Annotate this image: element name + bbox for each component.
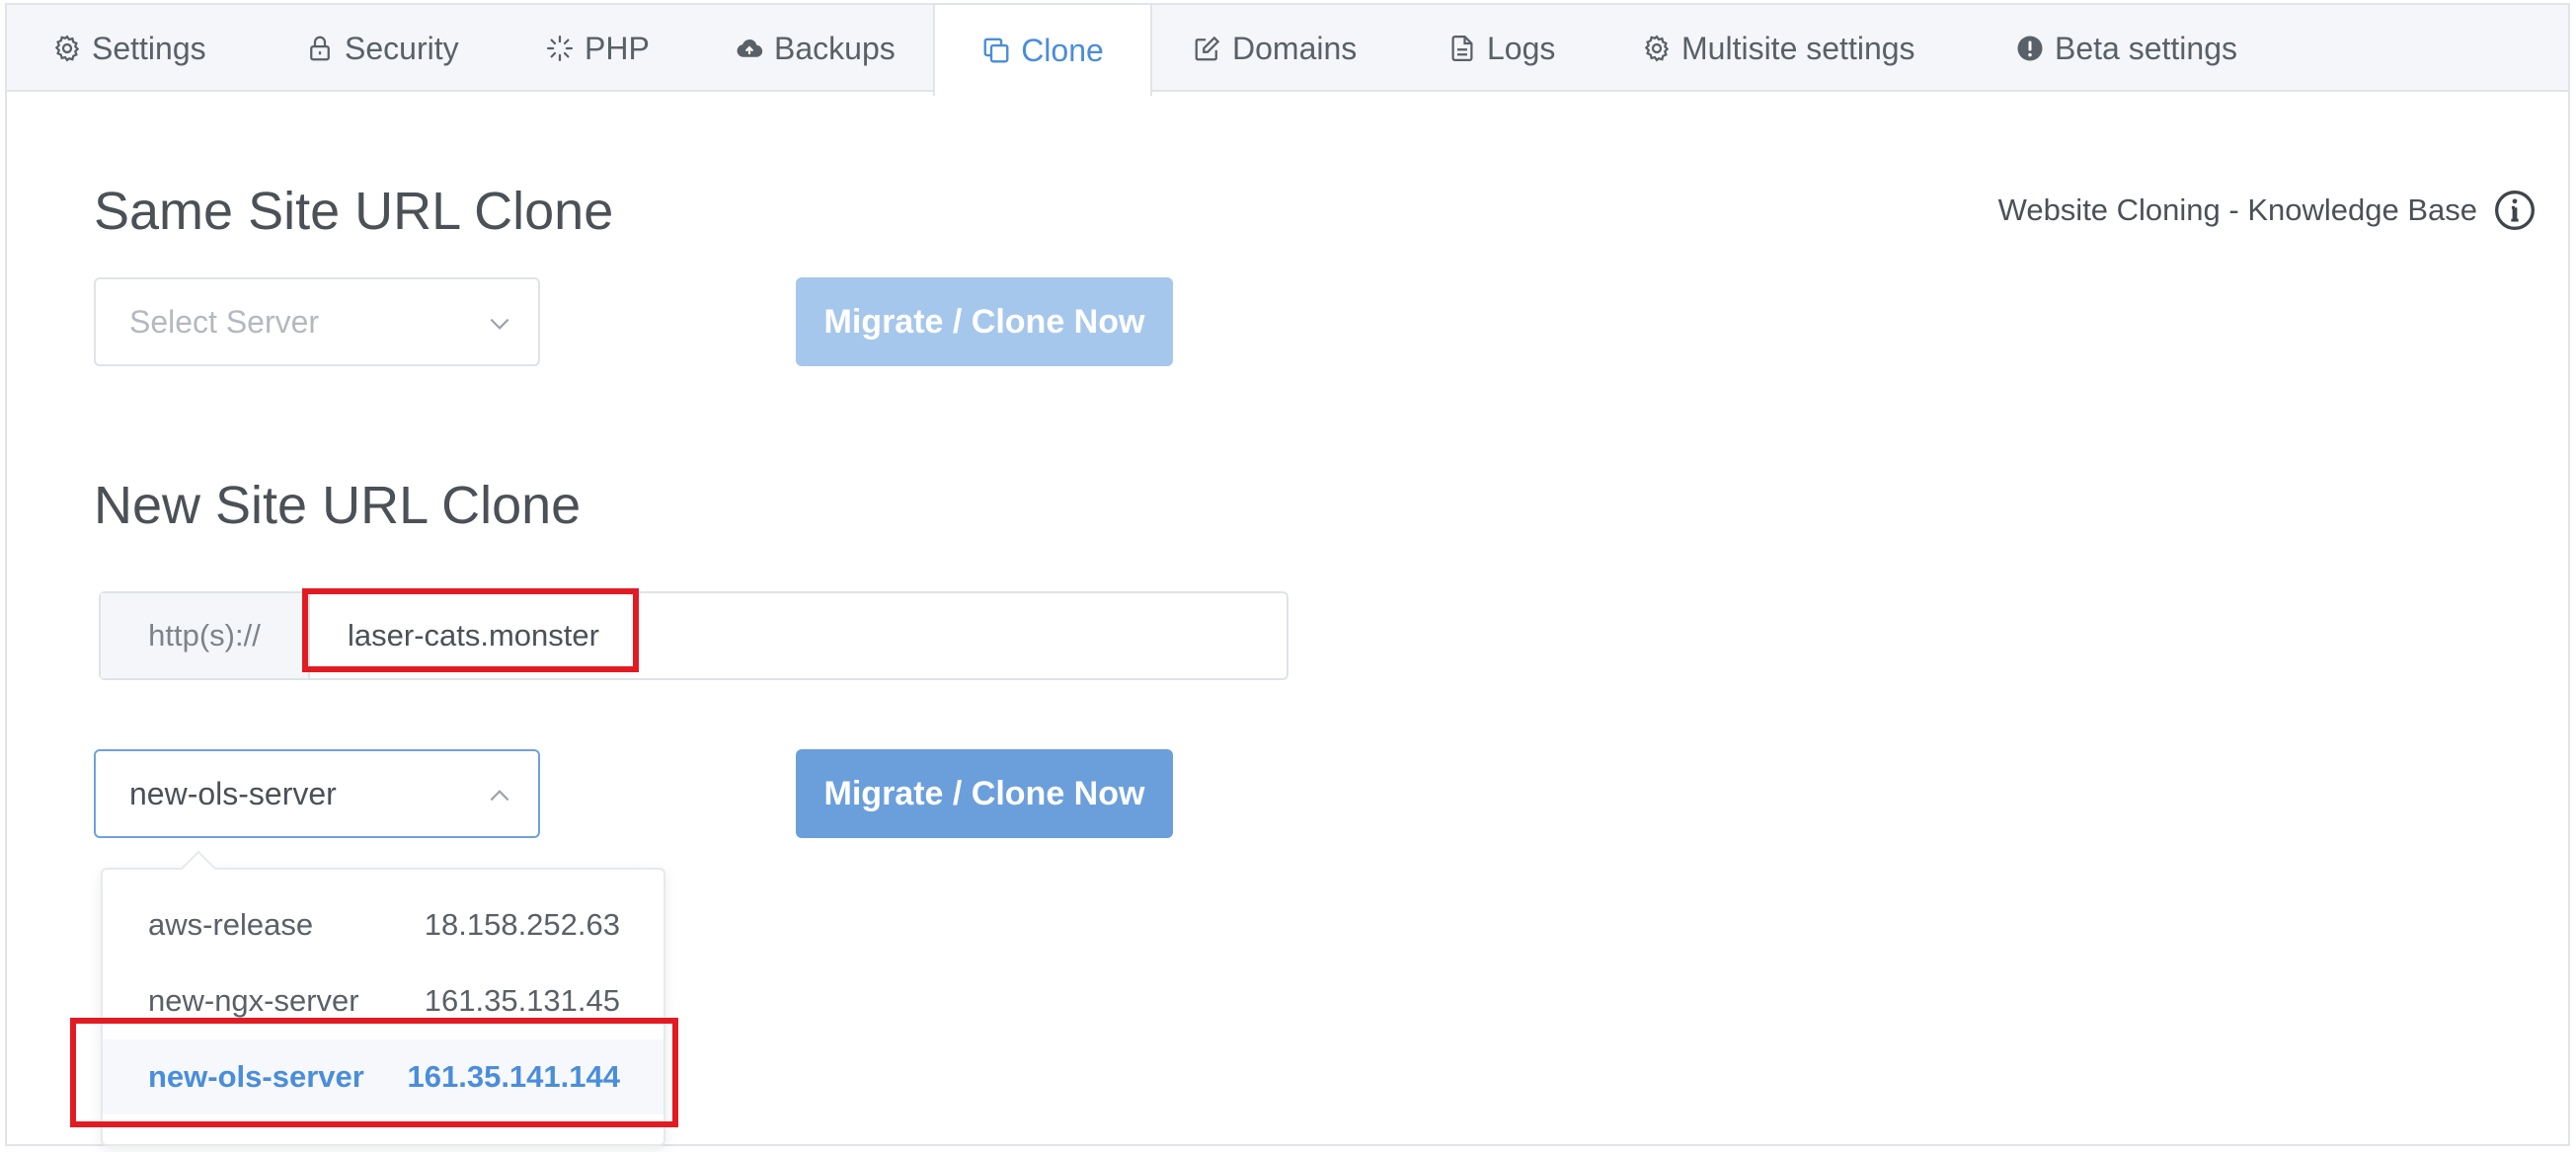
- selected-server: new-ols-server: [129, 775, 337, 811]
- tab-label: PHP: [585, 30, 650, 66]
- same-site-title: Same Site URL Clone: [94, 182, 614, 241]
- server-ip: 18.158.252.63: [424, 907, 620, 942]
- tab-label: Security: [345, 30, 459, 66]
- tab-bar: Settings Security PHP Backups Clone Doma…: [7, 5, 2568, 96]
- tab-php[interactable]: PHP: [545, 5, 650, 92]
- highlight-url-input: [302, 588, 639, 672]
- new-site-title: New Site URL Clone: [94, 476, 582, 535]
- select-placeholder: Select Server: [129, 303, 320, 340]
- chevron-up-icon: [490, 790, 509, 802]
- tab-label: Logs: [1487, 30, 1556, 66]
- dropdown-caret: [180, 850, 217, 887]
- tab-label: Multisite settings: [1681, 30, 1915, 66]
- tab-label: Backups: [774, 30, 896, 66]
- same-site-server-select[interactable]: Select Server: [94, 277, 540, 366]
- server-option[interactable]: aws-release 18.158.252.63: [103, 887, 664, 962]
- tab-beta-settings[interactable]: Beta settings: [2015, 5, 2237, 92]
- tab-clone[interactable]: Clone: [933, 5, 1152, 96]
- server-name: aws-release: [148, 907, 314, 942]
- same-site-migrate-button[interactable]: Migrate / Clone Now: [796, 277, 1173, 366]
- chevron-down-icon: [490, 318, 509, 330]
- knowledge-base-link[interactable]: Website Cloning - Knowledge Base: [1998, 189, 2537, 232]
- new-site-url-group: http(s)://: [99, 591, 1288, 680]
- url-prefix: http(s)://: [101, 593, 310, 678]
- new-site-server-select[interactable]: new-ols-server: [94, 749, 540, 838]
- highlight-selected-server: [70, 1018, 678, 1127]
- lock-icon: [310, 36, 330, 61]
- tab-settings[interactable]: Settings: [52, 5, 206, 92]
- loader-icon: [547, 36, 573, 61]
- server-name: new-ngx-server: [148, 983, 359, 1018]
- tab-domains[interactable]: Domains: [1193, 5, 1357, 92]
- gear-icon: [54, 35, 80, 62]
- tab-label: Beta settings: [2055, 30, 2237, 66]
- tab-security[interactable]: Security: [305, 5, 459, 92]
- tab-backups[interactable]: Backups: [735, 5, 896, 92]
- tab-label: Clone: [1021, 32, 1104, 68]
- knowledge-base-label: Website Cloning - Knowledge Base: [1997, 192, 2477, 227]
- new-site-migrate-button[interactable]: Migrate / Clone Now: [796, 749, 1173, 838]
- edit-icon: [1195, 36, 1220, 61]
- alert-circle-icon: [2017, 36, 2043, 61]
- tab-logs[interactable]: Logs: [1447, 5, 1555, 92]
- tab-multisite-settings[interactable]: Multisite settings: [1642, 5, 1915, 92]
- document-icon: [1451, 36, 1473, 61]
- server-ip: 161.35.131.45: [424, 983, 620, 1018]
- copy-icon: [983, 38, 1009, 63]
- tab-label: Settings: [92, 30, 206, 66]
- clone-panel: Settings Security PHP Backups Clone Doma…: [5, 3, 2570, 1146]
- gear-icon: [1644, 35, 1670, 62]
- tab-label: Domains: [1232, 30, 1358, 66]
- cloud-upload-icon: [737, 38, 763, 57]
- info-icon: [2495, 191, 2535, 230]
